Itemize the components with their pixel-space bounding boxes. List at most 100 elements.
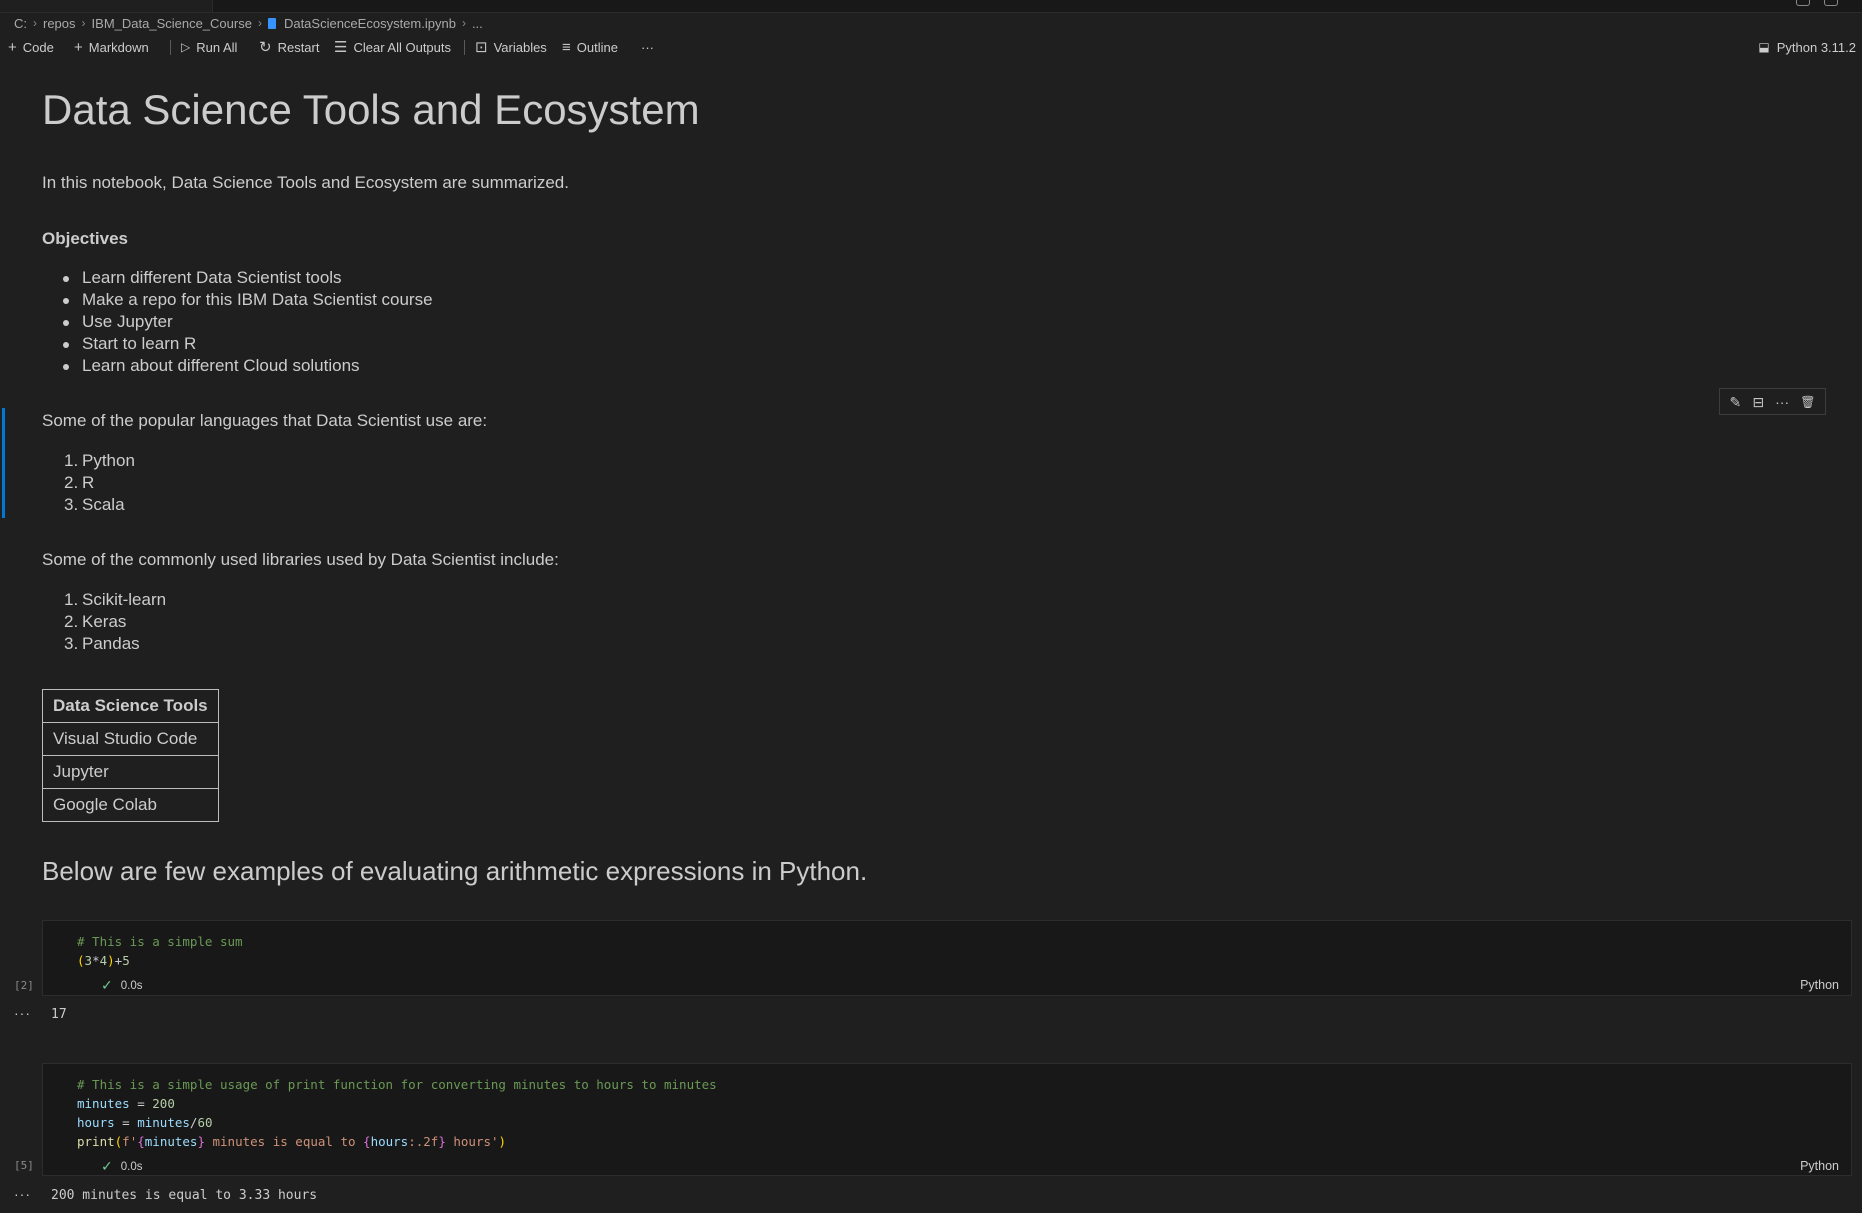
breadcrumb-drive[interactable]: C: [14, 16, 27, 31]
objectives-list: Learn different Data Scientist tools Mak… [42, 267, 433, 377]
toolbar-divider [464, 40, 465, 55]
code-token: = [129, 1096, 153, 1111]
list-item: 2. Keras [42, 611, 166, 633]
outline-button[interactable]: ≡ Outline [562, 36, 618, 58]
run-all-button[interactable]: ▷ Run All [181, 36, 237, 58]
list-text: Keras [82, 612, 127, 631]
libraries-intro: Some of the commonly used libraries used… [42, 550, 559, 569]
code-token: 3 [84, 953, 93, 968]
title-strip [0, 0, 1862, 13]
code-token: hours' [445, 1134, 499, 1149]
code-token: 5 [122, 953, 130, 968]
chevron-right-icon: › [461, 16, 466, 30]
layout-icon[interactable] [1796, 0, 1810, 6]
cell-status: ✓ 0.0s [101, 977, 142, 994]
restart-label: Restart [277, 39, 320, 55]
code-token: } [438, 1134, 446, 1149]
list-number: 3. [64, 495, 79, 514]
notebook-title: Data Science Tools and Ecosystem [42, 86, 700, 133]
restart-button[interactable]: ↻ Restart [259, 36, 319, 58]
intro-text: In this notebook, Data Science Tools and… [42, 173, 569, 192]
add-code-label: Code [22, 39, 54, 55]
notebook-toolbar: + Code + Markdown ▷ Run All ↻ Restart ☰ … [0, 36, 1862, 58]
edit-icon[interactable]: ✎ [1730, 395, 1742, 409]
list-item: Learn different Data Scientist tools [42, 267, 433, 289]
delete-icon[interactable]: 🗑 [1800, 396, 1815, 408]
notebook-file-icon [267, 17, 276, 29]
add-code-cell-button[interactable]: + Code [8, 36, 54, 58]
outline-icon: ≡ [562, 38, 571, 56]
plus-icon: + [8, 38, 17, 56]
more-icon: ··· [641, 39, 654, 55]
list-text: Pandas [82, 634, 140, 653]
check-icon: ✓ [101, 1158, 113, 1174]
cell-language-picker[interactable]: Python [1800, 978, 1839, 992]
list-item: 1. Scikit-learn [42, 589, 166, 611]
code-token: ( [77, 953, 85, 968]
code-token: { [137, 1134, 145, 1149]
list-number: 2. [64, 473, 79, 492]
table-cell: Visual Studio Code [42, 722, 219, 756]
breadcrumb: C: › repos › IBM_Data_Science_Course › D… [14, 14, 483, 32]
execution-time: 0.0s [120, 1160, 143, 1173]
breadcrumb-file[interactable]: DataScienceEcosystem.ipynb [284, 16, 456, 31]
clear-all-outputs-button[interactable]: ☰ Clear All Outputs [334, 36, 451, 58]
code-editor[interactable]: # This is a simple sum (3*4)+5 [77, 932, 243, 970]
breadcrumb-repos[interactable]: repos [43, 16, 76, 31]
chevron-right-icon: › [81, 16, 86, 30]
code-token: minutes [137, 1115, 190, 1130]
libraries-list: 1. Scikit-learn 2. Keras 3. Pandas [42, 589, 166, 655]
table-row: Visual Studio Code [42, 722, 219, 756]
kernel-label: Python 3.11.2 [1776, 39, 1856, 55]
toolbar-divider [170, 40, 171, 55]
play-icon: ▷ [181, 40, 191, 54]
tools-table: Data Science Tools Visual Studio Code Ju… [42, 689, 219, 822]
run-all-label: Run All [196, 39, 238, 55]
clear-all-icon: ☰ [334, 38, 348, 56]
table-row: Google Colab [42, 788, 219, 822]
outline-label: Outline [576, 39, 618, 55]
code-token: 4 [99, 953, 108, 968]
objectives-heading: Objectives [42, 229, 128, 248]
add-markdown-cell-button[interactable]: + Markdown [74, 36, 149, 58]
table-cell: Jupyter [42, 755, 219, 789]
code-token: ) [498, 1134, 507, 1149]
variables-button[interactable]: ⊡ Variables [475, 36, 547, 58]
output-more-button[interactable]: ··· [14, 1186, 31, 1202]
languages-list: 1. Python 2. R 3. Scala [42, 450, 135, 516]
table-header: Data Science Tools [42, 689, 219, 723]
add-markdown-label: Markdown [88, 39, 149, 55]
list-item: 3. Pandas [42, 633, 166, 655]
list-text: Scala [82, 495, 125, 514]
code-editor[interactable]: # This is a simple usage of print functi… [77, 1075, 717, 1151]
chevron-right-icon: › [257, 16, 262, 30]
cell-language-picker[interactable]: Python [1800, 1159, 1839, 1173]
more-icon[interactable]: ··· [1775, 395, 1789, 409]
output-more-button[interactable]: ··· [14, 1005, 31, 1021]
code-cell-editor[interactable]: # This is a simple sum (3*4)+5 ✓ 0.0s Py… [42, 920, 1852, 996]
more-actions-button[interactable]: ··· [641, 36, 654, 58]
breadcrumb-folder[interactable]: IBM_Data_Science_Course [92, 16, 252, 31]
table-cell: Google Colab [42, 788, 219, 822]
breadcrumb-more[interactable]: ... [472, 16, 483, 31]
list-item: 2. R [42, 472, 135, 494]
list-item: 3. Scala [42, 494, 135, 516]
list-number: 1. [64, 451, 79, 470]
code-comment: # This is a simple usage of print functi… [77, 1077, 717, 1092]
cell-status: ✓ 0.0s [101, 1158, 142, 1175]
split-cell-icon[interactable]: ⊟ [1752, 395, 1764, 409]
table-row: Jupyter [42, 755, 219, 789]
kernel-icon: ⬓ [1758, 40, 1770, 54]
panel-icon[interactable] [1824, 0, 1838, 6]
code-token: f' [122, 1134, 138, 1149]
code-comment: # This is a simple sum [77, 934, 243, 949]
editor-tab[interactable] [0, 0, 213, 12]
code-token: :.2f [408, 1134, 439, 1149]
list-item: Learn about different Cloud solutions [42, 355, 433, 377]
kernel-picker[interactable]: ⬓ Python 3.11.2 [1758, 36, 1856, 58]
code-token: = [114, 1115, 138, 1130]
code-cell-editor[interactable]: # This is a simple usage of print functi… [42, 1063, 1852, 1176]
cell-output: 200 minutes is equal to 3.33 hours [51, 1188, 318, 1203]
variables-label: Variables [493, 39, 547, 55]
restart-icon: ↻ [259, 38, 272, 56]
